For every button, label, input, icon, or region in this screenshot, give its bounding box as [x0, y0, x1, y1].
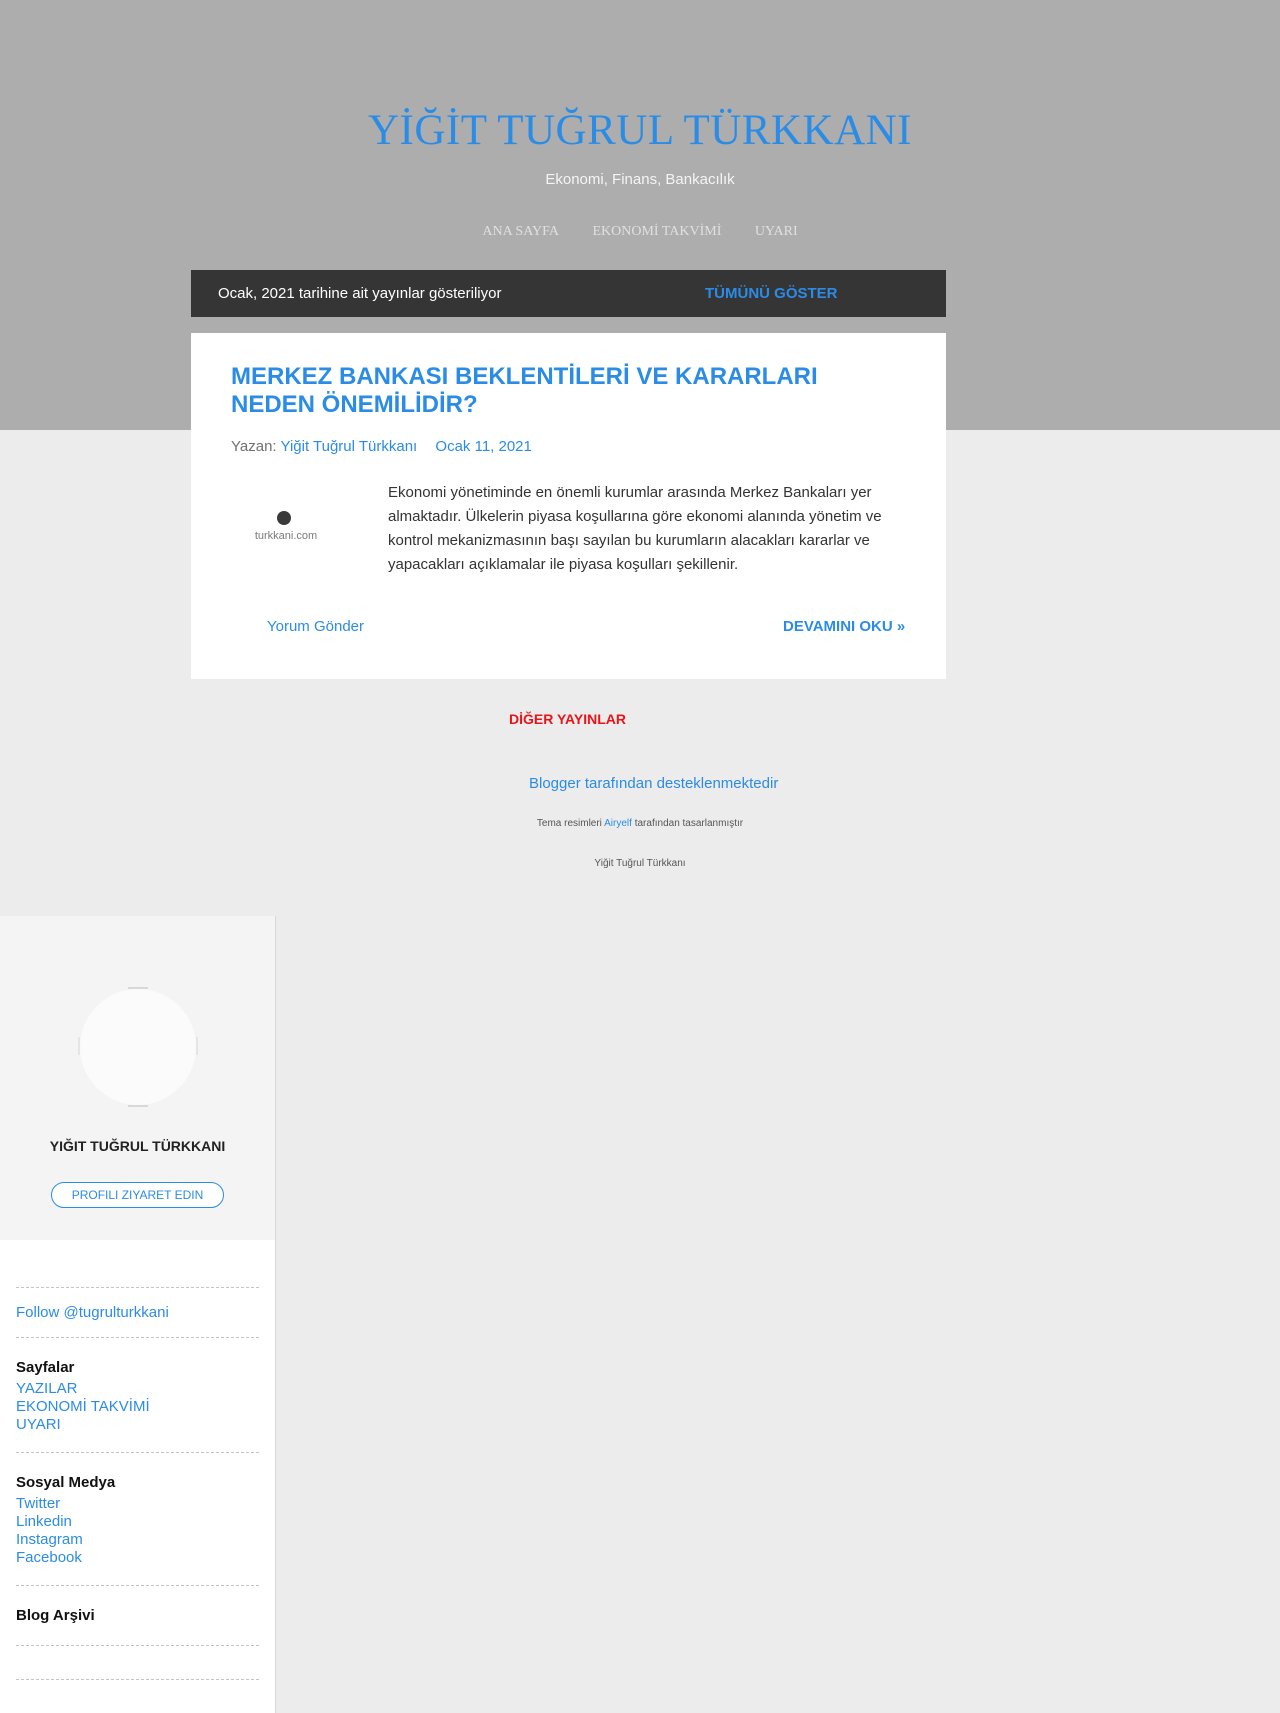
post-title[interactable]: MERKEZ BANKASI BEKLENTİLERİ VE KARARLARI…: [231, 363, 871, 419]
twitter-follow-link[interactable]: Follow @tugrulturkkani: [16, 1304, 169, 1321]
divider: [16, 1679, 259, 1680]
pages-item-warning[interactable]: UYARI: [16, 1416, 150, 1434]
divider: [16, 1287, 259, 1288]
visit-profile-button[interactable]: PROFILI ZIYARET EDIN: [51, 1182, 224, 1208]
divider: [16, 1337, 259, 1338]
powered-by-blogger-link[interactable]: Blogger tarafından desteklenmektedir: [529, 775, 778, 792]
sidebar: YIĞIT TUĞRUL TÜRKKANI PROFILI ZIYARET ED…: [0, 916, 275, 1713]
post-author-link[interactable]: Yiğit Tuğrul Türkkanı: [281, 438, 418, 455]
site-title[interactable]: YİĞİT TUĞRUL TÜRKKANI: [0, 106, 1280, 155]
read-more-link[interactable]: DEVAMINI OKU »: [783, 618, 905, 635]
footer-author: Yiğit Tuğrul Türkkanı: [594, 858, 686, 869]
theme-credit-prefix: Tema resimleri: [536, 818, 602, 829]
theme-credit: Tema resimleri Airyelf tarafından tasarl…: [0, 818, 1280, 829]
post-byline: Yazan: Yiğit Tuğrul Türkkanı Ocak 11, 20…: [231, 438, 532, 455]
show-all-link[interactable]: TÜMÜNÜ GÖSTER: [705, 285, 838, 302]
nav-item-economy-calendar[interactable]: EKONOMİ TAKVİMİ: [592, 224, 721, 239]
social-item-linkedin[interactable]: Linkedin: [16, 1513, 83, 1531]
social-widget-title: Sosyal Medya: [16, 1474, 116, 1491]
byline-prefix: Yazan:: [231, 438, 277, 455]
post-card: MERKEZ BANKASI BEKLENTİLERİ VE KARARLARI…: [191, 333, 946, 679]
site-description: Ekonomi, Finans, Bankacılık: [545, 171, 735, 188]
theme-credit-suffix: tarafından tasarlanmıştır: [634, 818, 744, 829]
archive-status-bar: Ocak, 2021 tarihine ait yayınlar gösteri…: [191, 270, 946, 317]
post-date-link[interactable]: Ocak 11, 2021: [435, 438, 531, 455]
theme-author-link[interactable]: Airyelf: [604, 818, 632, 829]
other-posts-link[interactable]: DİĞER YAYINLAR: [509, 711, 626, 727]
pages-item-posts[interactable]: YAZILAR: [16, 1380, 150, 1398]
social-item-instagram[interactable]: Instagram: [16, 1531, 83, 1549]
archive-widget-title: Blog Arşivi: [16, 1607, 95, 1624]
divider: [16, 1452, 259, 1453]
social-item-facebook[interactable]: Facebook: [16, 1549, 83, 1567]
post-comment-link[interactable]: Yorum Gönder: [267, 618, 364, 635]
post-snippet: Ekonomi yönetiminde en önemli kurumlar a…: [388, 484, 882, 573]
divider: [16, 1585, 259, 1586]
logo-icon: [277, 511, 291, 525]
nav-item-home[interactable]: ANA SAYFA: [482, 224, 559, 239]
social-item-twitter[interactable]: Twitter: [16, 1495, 83, 1513]
avatar: [78, 987, 198, 1107]
profile-widget: YIĞIT TUĞRUL TÜRKKANI PROFILI ZIYARET ED…: [0, 916, 275, 1240]
thumbnail-logo-text: turkkani.com: [254, 530, 318, 542]
profile-name: YIĞIT TUĞRUL TÜRKKANI: [49, 1138, 226, 1154]
social-list: Twitter Linkedin Instagram Facebook: [16, 1495, 83, 1567]
archive-status-text: Ocak, 2021 tarihine ait yayınlar gösteri…: [218, 285, 502, 302]
post-thumbnail[interactable]: turkkani.com: [246, 511, 326, 551]
pages-list: YAZILAR EKONOMİ TAKVİMİ UYARI: [16, 1380, 150, 1434]
divider: [16, 1645, 259, 1646]
pages-widget-title: Sayfalar: [16, 1359, 75, 1376]
top-nav: ANA SAYFA EKONOMİ TAKVİMİ UYARI: [0, 224, 1280, 240]
pages-item-economy-calendar[interactable]: EKONOMİ TAKVİMİ: [16, 1398, 150, 1416]
nav-item-warning[interactable]: UYARI: [755, 224, 798, 239]
